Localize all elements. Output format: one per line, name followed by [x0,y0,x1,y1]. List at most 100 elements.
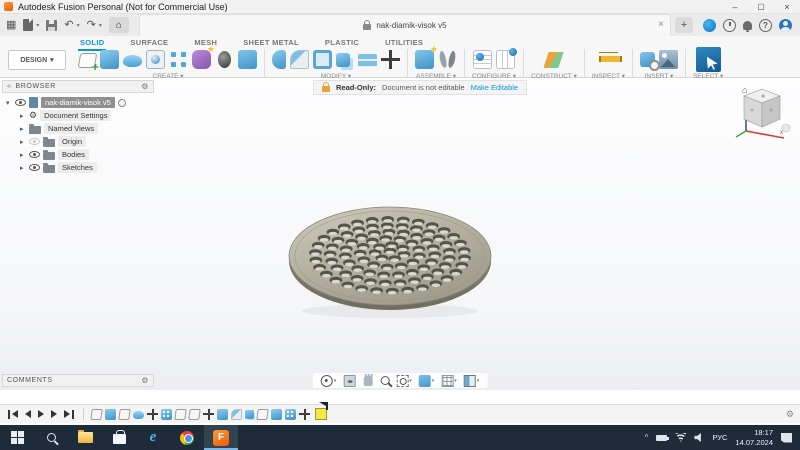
press-pull-icon[interactable] [272,49,286,69]
create-sketch-icon[interactable] [77,52,98,68]
split-body-icon[interactable] [358,54,377,67]
browser-item-label[interactable]: Sketches [58,162,97,173]
orbit-icon[interactable] [320,374,333,387]
orbit-caret-icon[interactable]: ▾ [334,378,337,384]
undo-caret-icon[interactable]: ▾ [77,22,80,29]
file-menu-icon[interactable] [23,19,34,31]
browser-panel-header[interactable]: « BROWSER ⚙ [2,80,154,93]
joint-icon[interactable] [438,50,457,69]
job-status-icon[interactable] [723,18,736,32]
browser-item-named-views[interactable]: ▸ Named Views [2,122,172,135]
timeline-position-marker[interactable] [315,402,328,420]
data-panel-icon[interactable]: ▦ [6,19,16,31]
configuration-icon[interactable] [473,49,493,69]
create-form-icon[interactable] [192,44,215,69]
browser-item-sketches[interactable]: ▸ Sketches [2,161,172,174]
battery-icon[interactable] [656,434,669,441]
taskbar-clock[interactable]: 18:17 14.07.2024 [735,428,773,447]
timeline-feature-sketch-1[interactable] [90,408,103,420]
taskbar-search-button[interactable] [34,425,68,450]
close-button[interactable]: × [774,0,800,14]
model-perforated-disc[interactable] [280,195,500,325]
display-settings-caret-icon[interactable]: ▾ [432,378,435,384]
viewport-canvas[interactable]: « BROWSER ⚙ ▾ nak-diamik-visok v5 ▸ ⚙ Docume… [0,79,800,390]
insert-derive-icon[interactable] [639,52,660,71]
visibility-eye-icon[interactable] [29,164,40,171]
go-to-end-button[interactable] [62,409,76,419]
expand-icon[interactable]: ▸ [20,112,26,120]
timeline-feature-sketch-8[interactable] [188,408,201,420]
timeline-feature-extrude-2[interactable] [105,408,116,420]
go-to-start-button[interactable] [6,409,20,419]
save-icon[interactable] [46,19,58,31]
browser-item-origin[interactable]: ▸ Origin [2,135,172,148]
minimize-button[interactable]: – [722,0,748,14]
wifi-icon[interactable] [675,433,687,442]
grid-settings-caret-icon[interactable]: ▾ [454,378,457,384]
window-zoom-caret-icon[interactable]: ▾ [409,378,412,384]
make-editable-link[interactable]: Make Editable [471,83,519,92]
taskbar-fusion-active[interactable]: F [204,425,238,450]
orbit-tool[interactable]: ▾ [320,374,337,387]
visibility-eye-icon[interactable] [15,99,26,106]
measure-icon[interactable] [598,50,622,69]
timeline-feature-combine-12[interactable] [245,409,254,419]
design-workspace-dropdown[interactable]: DESIGN ▾ [8,50,66,70]
view-cube[interactable]: ⌂ x [722,81,792,147]
browser-item-document-settings[interactable]: ▸ ⚙ Document Settings [2,109,172,122]
taskbar-internet-explorer[interactable]: e [136,425,170,450]
browser-item-label[interactable]: Document Settings [40,110,112,121]
timeline-feature-extrude-10[interactable] [217,408,228,420]
timeline-feature-sketch-3[interactable] [118,408,131,420]
new-tab-button[interactable]: + [675,17,693,33]
timeline-feature-move-16[interactable] [299,408,310,420]
expand-icon[interactable]: ▸ [20,164,26,172]
timeline-feature-sketch-13[interactable] [256,408,269,420]
redo-icon[interactable]: ↷ [87,19,96,31]
pan-icon[interactable] [363,373,373,386]
file-menu-caret-icon[interactable]: ▾ [36,22,39,29]
undo-icon[interactable]: ↶ [64,19,73,31]
window-zoom-icon[interactable] [396,374,409,387]
hole-icon[interactable] [146,49,165,69]
timeline-feature-move-9[interactable] [203,408,214,420]
look-at-tool[interactable] [343,374,356,387]
play-button[interactable] [36,410,46,418]
tab-close-icon[interactable]: × [658,19,664,30]
viewports-icon[interactable] [463,374,476,387]
canvas-icon[interactable] [658,49,678,69]
step-forward-button[interactable] [49,410,59,418]
expand-icon[interactable]: ▸ [20,138,26,146]
taskbar-file-explorer[interactable] [68,425,102,450]
volume-icon[interactable] [694,433,701,442]
expand-icon[interactable]: ▸ [20,125,26,133]
browser-item-nak-diamik-visok-v5[interactable]: ▾ nak-diamik-visok v5 [2,96,172,109]
viewports-tool[interactable]: ▾ [463,374,479,387]
timeline-feature-sketch-7[interactable] [174,408,187,420]
move-copy-icon[interactable] [381,49,400,69]
shell-icon[interactable] [313,49,332,69]
browser-item-label[interactable]: nak-diamik-visok v5 [41,97,115,108]
language-indicator[interactable]: РУС [712,433,727,442]
timeline-feature-move-5[interactable] [147,408,158,420]
fillet-icon[interactable] [290,49,309,69]
timeline-feature-extrude-14[interactable] [271,408,282,420]
pattern-icon[interactable] [169,50,188,69]
display-settings-tool[interactable]: ▾ [418,374,435,387]
activate-component-radio[interactable] [117,98,126,107]
visibility-eye-icon[interactable] [29,151,40,158]
taskbar-chrome[interactable] [170,425,204,450]
pan-tool[interactable] [362,373,373,387]
taskbar-microsoft-store[interactable] [102,425,136,450]
visibility-eye-icon[interactable] [29,138,40,145]
document-tab[interactable]: nak-diamik-visok v5 × [138,14,671,36]
tray-expand-icon[interactable]: ^ [645,433,649,442]
configuration-table-icon[interactable] [496,47,518,69]
display-settings-icon[interactable] [418,374,431,387]
help-icon[interactable]: ? [759,18,772,32]
grid-settings-tool[interactable]: ▾ [441,374,457,387]
timeline-feature-pattern-6[interactable] [161,408,172,420]
look-at-icon[interactable] [343,374,356,387]
browser-item-bodies[interactable]: ▸ Bodies [2,148,172,161]
expand-icon[interactable]: ▸ [20,151,26,159]
